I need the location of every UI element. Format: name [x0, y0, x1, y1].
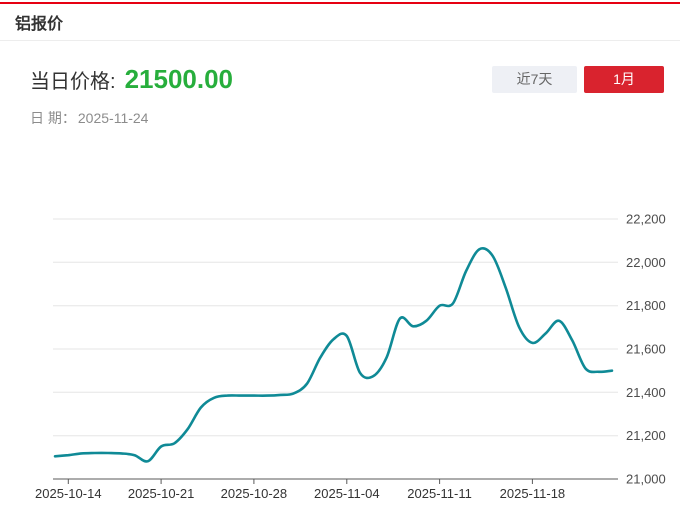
quote-date: 日 期：2025-11-24 [30, 108, 148, 128]
price-trend-chart[interactable]: 21,000 21,200 21,400 21,600 21,800 22,000 22,2… [0, 200, 680, 502]
price-line-chart-svg[interactable]: 21,000 21,200 21,400 21,600 21,800 22,000 22,2… [0, 200, 680, 502]
y-axis-label: 21,600 [626, 342, 666, 357]
page-header: 铝报价 [0, 4, 680, 41]
y-axis-label: 22,200 [626, 212, 666, 227]
price-row: 当日价格: 21500.00 近7天 1月 [30, 63, 664, 95]
range-7days-button[interactable]: 近7天 [492, 66, 577, 93]
y-axis-label: 21,000 [626, 472, 666, 487]
x-axis-label: 2025-10-21 [128, 486, 195, 501]
date-value: 2025-11-24 [78, 110, 149, 126]
date-label: 日 期： [30, 110, 76, 126]
x-axis-label: 2025-10-14 [35, 486, 102, 501]
y-axis-label: 21,200 [626, 428, 666, 443]
price-value: 21500.00 [125, 64, 233, 95]
range-buttons: 近7天 1月 [492, 66, 664, 93]
range-1month-button[interactable]: 1月 [584, 66, 664, 93]
page-title: 铝报价 [15, 10, 63, 34]
current-price: 当日价格: 21500.00 [30, 64, 233, 95]
x-axis-label: 2025-11-18 [500, 486, 566, 501]
x-axis-label: 2025-11-04 [314, 486, 380, 501]
price-line [55, 248, 612, 461]
y-axis-label: 21,800 [626, 298, 666, 313]
price-label: 当日价格: [30, 65, 116, 94]
x-axis-label: 2025-10-28 [221, 486, 288, 501]
y-axis-label: 21,400 [626, 385, 666, 400]
aluminum-quote-page: 铝报价 当日价格: 21500.00 近7天 1月 日 期：2025-11-24… [0, 0, 680, 502]
y-axis-label: 22,000 [626, 255, 666, 270]
x-axis-label: 2025-11-11 [407, 486, 472, 501]
